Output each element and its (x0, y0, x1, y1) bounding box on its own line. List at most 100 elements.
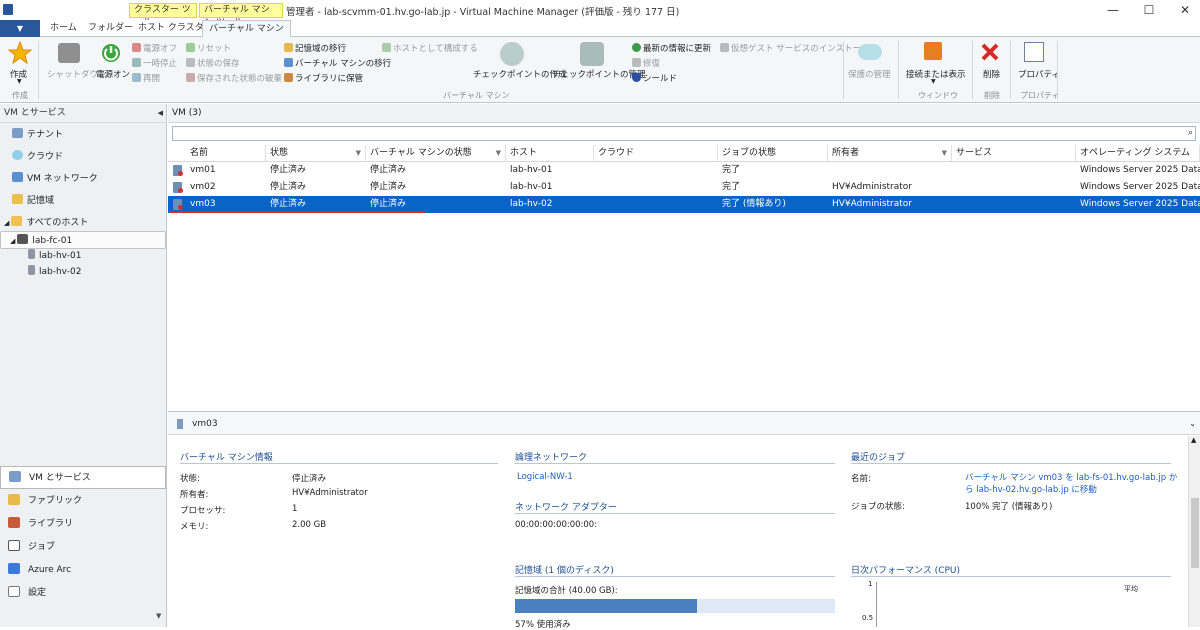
left-navigation-pane: VM とサービス ◀ テナント クラウド VM ネットワーク 記憶域 ◢ すべてのホ… (0, 104, 167, 627)
configure-host-label: ホストとして構成する (393, 44, 478, 54)
column-header-status[interactable]: 状態 ▼ (266, 145, 366, 162)
column-label: サービス (956, 148, 993, 158)
section-divider (851, 463, 1171, 464)
workspace-library[interactable]: ライブラリ (0, 513, 166, 536)
delete-icon (979, 41, 1003, 65)
nav-tenants-label: テナント (27, 130, 64, 140)
column-header-service[interactable]: サービス (952, 145, 1076, 162)
column-header-os[interactable]: オペレーティング システム (1076, 145, 1200, 162)
nav-host-lab-hv-02[interactable]: lab-hv-02 (0, 263, 166, 281)
maximize-button[interactable]: ☐ (1134, 2, 1164, 18)
shield-button[interactable]: シールド (632, 72, 677, 84)
close-button[interactable]: ✕ (1170, 2, 1200, 18)
app-icon[interactable] (3, 4, 13, 15)
migrate-storage-button[interactable]: 記憶域の移行 (284, 42, 346, 54)
cell-host: lab-hv-01 (510, 165, 553, 175)
column-label: オペレーティング システム (1080, 148, 1191, 158)
create-dropdown-icon[interactable]: ▼ (17, 78, 22, 85)
manage-protection-button[interactable]: 保護の管理 (848, 68, 891, 80)
migrate-vm-button[interactable]: バーチャル マシンの移行 (284, 57, 391, 69)
more-workspaces-icon[interactable]: ▼ (156, 612, 161, 620)
power-on-button[interactable]: 電源オン (96, 68, 130, 80)
column-header-owner[interactable]: 所有者 ▼ (828, 145, 952, 162)
pause-button[interactable]: 一時停止 (132, 57, 177, 69)
save-state-button[interactable]: 状態の保存 (186, 57, 240, 69)
pause-icon (132, 58, 141, 67)
tab-folder[interactable]: フォルダー (82, 20, 139, 37)
filter-dropdown-icon[interactable]: ▼ (356, 145, 361, 161)
migrate-vm-label: バーチャル マシンの移行 (295, 59, 392, 69)
connect-dropdown-icon[interactable]: ▼ (931, 78, 936, 85)
nav-clouds[interactable]: クラウド (0, 148, 166, 166)
vm-stopped-icon (173, 182, 183, 193)
scrollbar-thumb[interactable] (1191, 498, 1199, 568)
grid-header: VM (3) (168, 104, 1200, 123)
cell-status: 停止済み (270, 165, 307, 175)
discard-saved-state-button[interactable]: 保存された状態の破棄 (186, 72, 282, 84)
menu-arrow-icon: ▼ (16, 24, 24, 33)
shutdown-icon (58, 43, 80, 63)
store-library-button[interactable]: ライブラリに保管 (284, 72, 363, 84)
cell-owner: HV¥Administrator (832, 199, 913, 209)
job-name-link[interactable]: バーチャル マシン vm03 を lab-fs-01.hv.go-lab.jp … (965, 472, 1180, 496)
storage-total: 記憶域の合計 (40.00 GB): (515, 586, 618, 596)
filter-dropdown-icon[interactable]: ▼ (942, 145, 947, 161)
nav-all-hosts[interactable]: ◢ すべてのホスト (0, 214, 166, 232)
expand-icon[interactable]: ◢ (10, 237, 15, 245)
search-input[interactable]: ⌕ (172, 126, 1196, 141)
scroll-up-icon[interactable]: ▲ (1191, 436, 1196, 444)
collapse-detail-icon[interactable]: ⌄ (1189, 412, 1196, 436)
cell-job-status: 完了 (情報あり) (722, 199, 786, 209)
filter-dropdown-icon[interactable]: ▼ (496, 145, 501, 161)
properties-button[interactable]: プロパティ (1018, 68, 1060, 80)
power-off-button[interactable]: 電源オフ (132, 42, 177, 54)
workspace-settings[interactable]: 設定 (0, 582, 166, 605)
manage-protection-icon (858, 44, 882, 60)
search-icon[interactable]: ⌕ (1188, 128, 1193, 138)
detail-scrollbar[interactable]: ▲ (1188, 436, 1200, 627)
nav-clouds-label: クラウド (27, 152, 64, 162)
jobs-icon (8, 540, 20, 551)
perf-axis-mid: 0.5 (862, 614, 874, 622)
configure-host-icon (382, 43, 391, 52)
nav-tenants[interactable]: テナント (0, 126, 166, 144)
file-menu-button[interactable]: ▼ (0, 20, 40, 37)
column-header-host[interactable]: ホスト (506, 145, 594, 162)
column-header-job-status[interactable]: ジョブの状態 (718, 145, 828, 162)
workspace-jobs[interactable]: ジョブ (0, 536, 166, 559)
nav-storage-label: 記憶域 (27, 196, 55, 206)
refresh-button[interactable]: 最新の情報に更新 (632, 42, 711, 54)
workspace-azure-arc[interactable]: Azure Arc (0, 559, 166, 582)
workspace-fabric[interactable]: ファブリック (0, 490, 166, 513)
column-header-name[interactable]: 名前 (168, 145, 266, 162)
group-label-window: ウィンドウ (918, 91, 958, 100)
configure-host-button[interactable]: ホストとして構成する (382, 42, 478, 54)
column-label: ジョブの状態 (722, 148, 777, 158)
perf-chart-axis (876, 582, 877, 627)
column-header-cloud[interactable]: クラウド (594, 145, 718, 162)
install-guest-services-button[interactable]: 仮想ゲスト サービスのインストール (720, 42, 870, 54)
delete-button[interactable]: 削除 (983, 68, 1000, 80)
settings-icon (8, 586, 20, 597)
column-label: 所有者 (832, 148, 860, 158)
vms-services-icon (9, 471, 21, 482)
nav-vm-networks[interactable]: VM ネットワーク (0, 170, 166, 188)
create-checkpoint-icon (500, 42, 524, 66)
workspace-vms-services[interactable]: VM とサービス (0, 466, 166, 489)
title-bar: クラスター ツール バーチャル マシン ツール 管理者 - lab-scvmm-… (0, 0, 1200, 28)
repair-button[interactable]: 修復 (632, 57, 660, 69)
table-row[interactable]: vm01 停止済み 停止済み lab-hv-01 完了 Windows Serv… (168, 162, 1200, 179)
resume-button[interactable]: 再開 (132, 72, 160, 84)
tab-home[interactable]: ホーム (44, 20, 83, 37)
minimize-button[interactable]: — (1098, 2, 1128, 18)
tab-virtual-machine[interactable]: バーチャル マシン (202, 20, 291, 38)
column-header-vm-status[interactable]: バーチャル マシンの状態 ▼ (366, 145, 506, 162)
logical-network-link[interactable]: Logical-NW-1 (517, 472, 573, 482)
table-row[interactable]: vm02 停止済み 停止済み lab-hv-01 完了 HV¥Administr… (168, 179, 1200, 196)
nav-storage[interactable]: 記憶域 (0, 192, 166, 210)
reset-button[interactable]: リセット (186, 42, 231, 54)
section-divider (180, 463, 498, 464)
storage-icon (12, 194, 23, 204)
collapse-left-icon[interactable]: ◀ (158, 104, 163, 123)
expand-icon[interactable]: ◢ (4, 219, 9, 227)
